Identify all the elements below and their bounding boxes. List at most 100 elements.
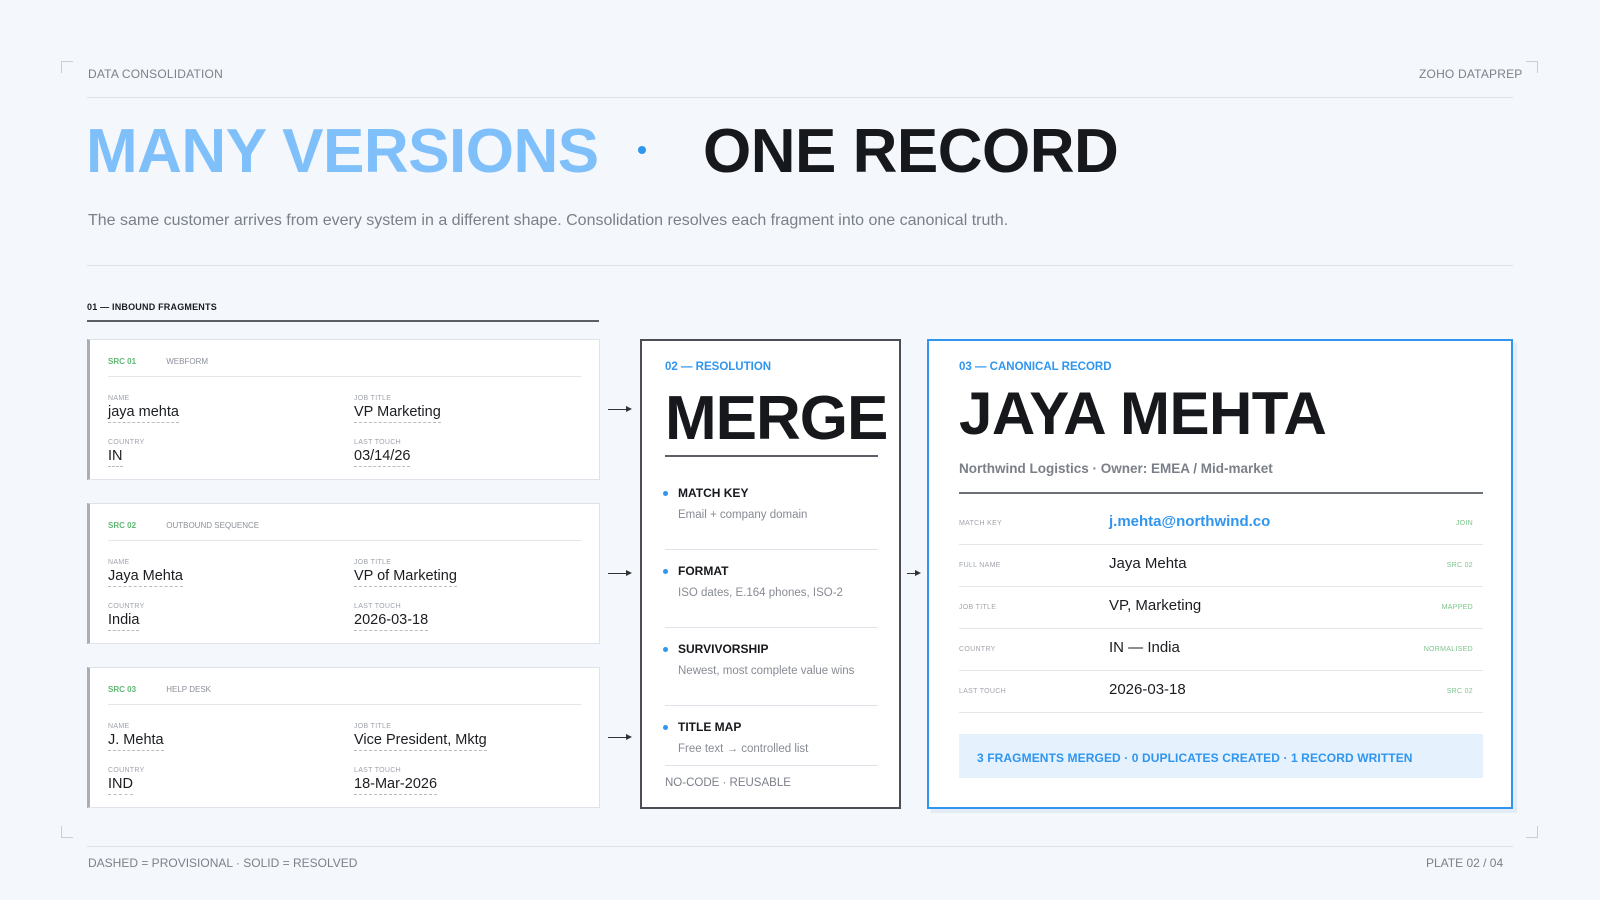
field-name: NAME jaya mehta xyxy=(108,395,179,423)
merge-title: MERGE xyxy=(665,384,888,453)
field-value: 18-Mar-2026 xyxy=(354,776,438,795)
step-title: SURVIVORSHIP xyxy=(678,642,769,656)
fragment-header: SRC 01 WEBFORM xyxy=(108,357,208,366)
step-title-map: TITLE MAP Free text → controlled list xyxy=(663,720,878,755)
row-tag: NORMALISED xyxy=(1423,646,1473,653)
merge-summary-text: 3 FRAGMENTS MERGED · 0 DUPLICATES CREATE… xyxy=(977,751,1413,765)
step-divider xyxy=(665,627,878,628)
field-label: LAST TOUCH xyxy=(354,603,401,610)
step-title: MATCH KEY xyxy=(678,486,749,500)
step-description: Email + company domain xyxy=(678,509,808,521)
header-left-label: DATA CONSOLIDATION xyxy=(88,67,223,81)
field-label: NAME xyxy=(108,395,130,402)
step-description: Newest, most complete value wins xyxy=(678,665,855,677)
field-value: IND xyxy=(108,776,133,795)
record-row-match-key: MATCH KEY j.mehta@northwind.co JOIN xyxy=(959,503,1483,545)
row-label: FULL NAME xyxy=(959,562,1001,569)
field-label: JOB TITLE xyxy=(354,723,392,730)
row-tag: MAPPED xyxy=(1441,604,1473,611)
field-label: COUNTRY xyxy=(108,767,145,774)
step-match-key: MATCH KEY Email + company domain xyxy=(663,486,878,521)
subtitle-rule xyxy=(87,265,1513,266)
bullet-dot-icon xyxy=(663,569,668,574)
match-key-email-link[interactable]: j.mehta@northwind.co xyxy=(1109,513,1270,530)
fragment-source-id: SRC 03 xyxy=(108,685,137,694)
footer-plate-number: PLATE 02 / 04 xyxy=(1426,856,1504,870)
step-divider xyxy=(665,765,878,766)
field-country: COUNTRY IND xyxy=(108,767,145,795)
canonical-record-panel: 03 — CANONICAL RECORD JAYA MEHTA Northwi… xyxy=(927,339,1513,809)
resolution-footer: NO-CODE · REUSABLE xyxy=(665,777,791,789)
fragment-divider xyxy=(108,376,581,377)
field-job-title: JOB TITLE VP of Marketing xyxy=(354,559,457,587)
fragment-card-src03: SRC 03 HELP DESK NAME J. Mehta JOB TITLE… xyxy=(87,667,600,808)
record-row-job-title: JOB TITLE VP, Marketing MAPPED xyxy=(959,587,1483,629)
bullet-dot-icon xyxy=(663,647,668,652)
fragment-card-src01: SRC 01 WEBFORM NAME jaya mehta JOB TITLE… xyxy=(87,339,600,480)
field-country: COUNTRY India xyxy=(108,603,145,631)
fragment-system: OUTBOUND SEQUENCE xyxy=(166,521,260,530)
row-value: Jaya Mehta xyxy=(1109,555,1187,572)
canonical-section-label: 03 — CANONICAL RECORD xyxy=(959,361,1112,373)
field-value: VP Marketing xyxy=(354,404,441,423)
fragment-source-id: SRC 01 xyxy=(108,357,137,366)
merge-summary-banner: 3 FRAGMENTS MERGED · 0 DUPLICATES CREATE… xyxy=(959,734,1483,778)
row-tag: SRC 02 xyxy=(1446,688,1473,695)
page-subtitle: The same customer arrives from every sys… xyxy=(88,212,1009,229)
row-value: 2026-03-18 xyxy=(1109,681,1186,698)
field-label: JOB TITLE xyxy=(354,395,392,402)
canonical-subtitle: Northwind Logistics · Owner: EMEA / Mid-… xyxy=(959,461,1273,476)
field-label: COUNTRY xyxy=(108,603,145,610)
arrow-right-icon xyxy=(608,406,632,412)
row-value: VP, Marketing xyxy=(1109,597,1202,614)
field-value: J. Mehta xyxy=(108,732,164,751)
step-divider xyxy=(665,705,878,706)
field-value: Jaya Mehta xyxy=(108,568,183,587)
arrow-right-icon xyxy=(608,734,632,740)
record-row-full-name: FULL NAME Jaya Mehta SRC 02 xyxy=(959,545,1483,587)
corner-mark-top-right xyxy=(1526,61,1538,73)
resolution-panel: 02 — RESOLUTION MERGE MATCH KEY Email + … xyxy=(640,339,901,809)
field-label: COUNTRY xyxy=(108,439,145,446)
step-description: ISO dates, E.164 phones, ISO-2 xyxy=(678,587,843,599)
field-value: India xyxy=(108,612,140,631)
field-label: NAME xyxy=(108,723,130,730)
arrow-right-icon xyxy=(907,570,921,576)
step-divider xyxy=(665,549,878,550)
fragment-source-id: SRC 02 xyxy=(108,521,137,530)
field-job-title: JOB TITLE VP Marketing xyxy=(354,395,441,423)
step-survivorship: SURVIVORSHIP Newest, most complete value… xyxy=(663,642,878,677)
row-tag: JOIN xyxy=(1455,520,1473,527)
field-value: 2026-03-18 xyxy=(354,612,429,631)
title-many-versions: MANY VERSIONS xyxy=(86,117,599,186)
step-description: Free text → controlled list xyxy=(678,743,809,755)
field-value: jaya mehta xyxy=(108,404,179,423)
header-rule xyxy=(87,97,1513,98)
fragment-system: WEBFORM xyxy=(166,357,209,366)
step-title: FORMAT xyxy=(678,564,729,578)
bullet-dot-icon xyxy=(663,725,668,730)
field-value: Vice President, Mktg xyxy=(354,732,487,751)
fragment-card-src02: SRC 02 OUTBOUND SEQUENCE NAME Jaya Mehta… xyxy=(87,503,600,644)
corner-mark-bottom-left xyxy=(61,826,73,838)
header-right-label: ZOHO DATAPREP xyxy=(1419,67,1523,81)
field-country: COUNTRY IN xyxy=(108,439,145,467)
corner-mark-top-left xyxy=(61,61,73,73)
canonical-rule xyxy=(959,492,1483,494)
field-label: JOB TITLE xyxy=(354,559,392,566)
resolution-section-label: 02 — RESOLUTION xyxy=(665,361,772,373)
field-label: LAST TOUCH xyxy=(354,439,401,446)
field-value: IN xyxy=(108,448,123,467)
fragment-header: SRC 02 OUTBOUND SEQUENCE xyxy=(108,521,259,530)
corner-mark-bottom-right xyxy=(1526,826,1538,838)
field-name: NAME J. Mehta xyxy=(108,723,164,751)
field-last-touch: LAST TOUCH 18-Mar-2026 xyxy=(354,767,438,795)
row-label: MATCH KEY xyxy=(959,520,1003,527)
fragment-system: HELP DESK xyxy=(166,685,211,694)
field-last-touch: LAST TOUCH 2026-03-18 xyxy=(354,603,429,631)
field-last-touch: LAST TOUCH 03/14/26 xyxy=(354,439,411,467)
field-label: LAST TOUCH xyxy=(354,767,401,774)
row-tag: SRC 02 xyxy=(1446,562,1473,569)
step-format: FORMAT ISO dates, E.164 phones, ISO-2 xyxy=(663,564,878,599)
field-value: VP of Marketing xyxy=(354,568,457,587)
